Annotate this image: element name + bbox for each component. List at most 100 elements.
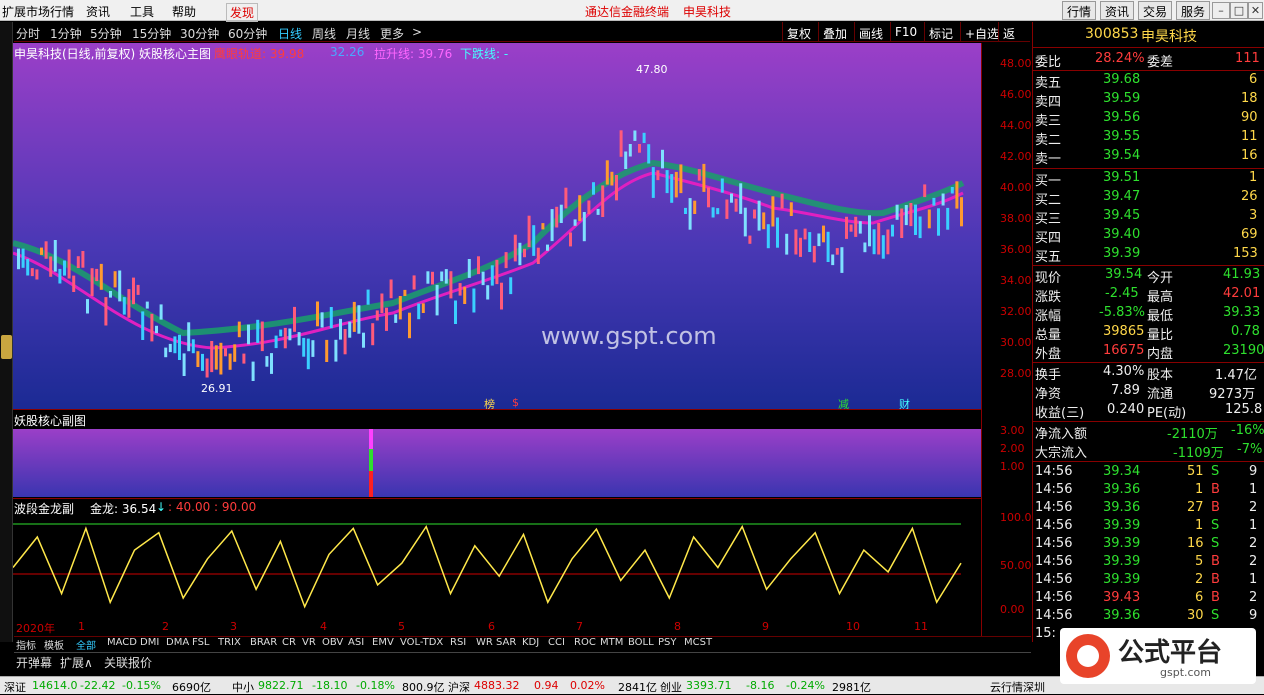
index-name[interactable]: 创业	[660, 679, 682, 695]
period-weekly[interactable]: 周线	[312, 25, 336, 42]
ask-row[interactable]: 卖二 39.55 11	[1035, 129, 1261, 148]
candle	[891, 224, 894, 237]
tab-rsi[interactable]: RSI	[450, 637, 466, 648]
candle	[283, 327, 287, 349]
sub-chart1[interactable]	[13, 429, 981, 497]
period-daily[interactable]: 日线	[278, 25, 302, 42]
tab-cr[interactable]: CR	[282, 637, 296, 648]
candle	[357, 305, 361, 334]
candle	[293, 306, 296, 332]
gspt-logo: 公式平台 gspt.com	[1060, 628, 1256, 684]
menu-bar: 扩展市场行情 资讯 工具 帮助 发现 通达信金融终端 申昊科技 行情 资讯 交易…	[0, 0, 1264, 22]
tab-all[interactable]: 全部	[76, 637, 96, 652]
draw-button[interactable]: 画线	[854, 22, 887, 42]
period-intraday[interactable]: 分时	[16, 25, 40, 42]
adjust-button[interactable]: 复权	[782, 22, 815, 42]
menu-news[interactable]: 资讯	[86, 3, 110, 20]
stat-label: 最高	[1147, 290, 1174, 305]
ask-row[interactable]: 卖五 39.68 6	[1035, 72, 1261, 91]
stock-name: 申昊科技	[1141, 29, 1197, 45]
news-button[interactable]: 资讯	[1100, 1, 1135, 20]
tab-emv[interactable]: EMV	[372, 637, 394, 648]
period-monthly[interactable]: 月线	[346, 25, 370, 42]
tab-vr[interactable]: VR	[302, 637, 316, 648]
tab-kdj[interactable]: KDJ	[522, 637, 539, 648]
index-name[interactable]: 深证	[4, 679, 26, 695]
restore-icon[interactable]: □	[1230, 2, 1248, 19]
danmaku-button[interactable]: 开弹幕	[16, 654, 52, 671]
tab-template[interactable]: 模板	[44, 637, 64, 652]
related-quote-button[interactable]: 关联报价	[104, 654, 152, 671]
overlay-button[interactable]: 叠加	[818, 22, 851, 42]
menu-help[interactable]: 帮助	[172, 3, 196, 20]
tab-dmi[interactable]: DMI	[140, 637, 159, 648]
bid-row[interactable]: 买一 39.51 1	[1035, 170, 1261, 189]
index-name[interactable]: 沪深	[448, 679, 470, 695]
add-watchlist-button[interactable]: +自选	[960, 22, 1003, 42]
tab-obv[interactable]: OBV	[322, 637, 343, 648]
period-30min[interactable]: 30分钟	[180, 25, 219, 42]
tab-wr[interactable]: WR	[476, 637, 493, 648]
tab-indicator[interactable]: 指标	[16, 637, 36, 652]
main-chart[interactable]: 47.80 26.91 www.gspt.com 榜 $ 减 财	[13, 43, 981, 411]
f10-button[interactable]: F10	[890, 22, 921, 42]
tab-asi[interactable]: ASI	[348, 637, 364, 648]
quote-button[interactable]: 行情	[1062, 1, 1097, 20]
expand-button[interactable]: 扩展∧	[60, 654, 93, 671]
ask-row[interactable]: 卖一 39.54 16	[1035, 148, 1261, 167]
period-60min[interactable]: 60分钟	[228, 25, 267, 42]
tab-boll[interactable]: BOLL	[628, 637, 654, 648]
tab-mtm[interactable]: MTM	[600, 637, 623, 648]
ask-row[interactable]: 卖三 39.56 90	[1035, 110, 1261, 129]
ask-row[interactable]: 卖四 39.59 18	[1035, 91, 1261, 110]
back-button[interactable]: 返回	[998, 22, 1030, 58]
tick-row: 14:56 39.36 1 B 1	[1035, 482, 1261, 500]
tab-mcst[interactable]: MCST	[684, 637, 712, 648]
bid-row[interactable]: 买五 39.39 153	[1035, 246, 1261, 265]
period-15min[interactable]: 15分钟	[132, 25, 171, 42]
tab-dma[interactable]: DMA	[166, 637, 189, 648]
mark-button[interactable]: 标记	[924, 22, 957, 42]
bid-row[interactable]: 买二 39.47 26	[1035, 189, 1261, 208]
period-more[interactable]: 更多	[380, 25, 404, 42]
menu-discover[interactable]: 发现	[226, 3, 259, 22]
divider	[1033, 47, 1264, 48]
candle	[638, 144, 641, 153]
sub-chart2-title: 波段金龙副	[14, 502, 75, 516]
tab-sar[interactable]: SAR	[496, 637, 516, 648]
menu-tools[interactable]: 工具	[130, 3, 154, 20]
trade-button[interactable]: 交易	[1138, 1, 1173, 20]
tab-cci[interactable]: CCI	[548, 637, 565, 648]
tick-row: 14:56 39.43 6 B 2	[1035, 590, 1261, 608]
tab-fsl[interactable]: FSL	[192, 637, 210, 648]
close-icon[interactable]: ✕	[1248, 2, 1263, 19]
period-5min[interactable]: 5分钟	[90, 25, 122, 42]
collapse-handle[interactable]	[1, 335, 12, 359]
service-button[interactable]: 服务	[1176, 1, 1211, 20]
tab-roc[interactable]: ROC	[574, 637, 596, 648]
tab-macd[interactable]: MACD	[107, 637, 137, 648]
minimize-icon[interactable]: –	[1212, 2, 1230, 19]
stat-value: 1.47亿	[1215, 368, 1257, 383]
candle	[817, 233, 821, 247]
tab-vol-tdx[interactable]: VOL-TDX	[400, 637, 443, 648]
tick-time: 14:56	[1035, 572, 1073, 587]
candle	[509, 277, 513, 295]
tab-psy[interactable]: PSY	[658, 637, 677, 648]
bid-row[interactable]: 买三 39.45 3	[1035, 208, 1261, 227]
index-name[interactable]: 中小	[232, 679, 254, 695]
tab-trix[interactable]: TRIX	[218, 637, 241, 648]
menu-market[interactable]: 扩展市场行情	[2, 3, 74, 20]
candle	[707, 187, 710, 208]
tab-brar[interactable]: BRAR	[250, 637, 277, 648]
period-1min[interactable]: 1分钟	[50, 25, 82, 42]
tick-price: 39.36	[1103, 500, 1141, 515]
sub-chart2[interactable]	[13, 516, 981, 619]
tick-row: 14:56 39.39 5 B 2	[1035, 554, 1261, 572]
more-arrow-icon[interactable]: >	[412, 25, 422, 39]
bid-row[interactable]: 买四 39.40 69	[1035, 227, 1261, 246]
candle	[573, 219, 577, 226]
tick-count: 1	[1249, 572, 1258, 587]
index-change: -8.16	[746, 679, 775, 692]
candle	[35, 269, 39, 280]
